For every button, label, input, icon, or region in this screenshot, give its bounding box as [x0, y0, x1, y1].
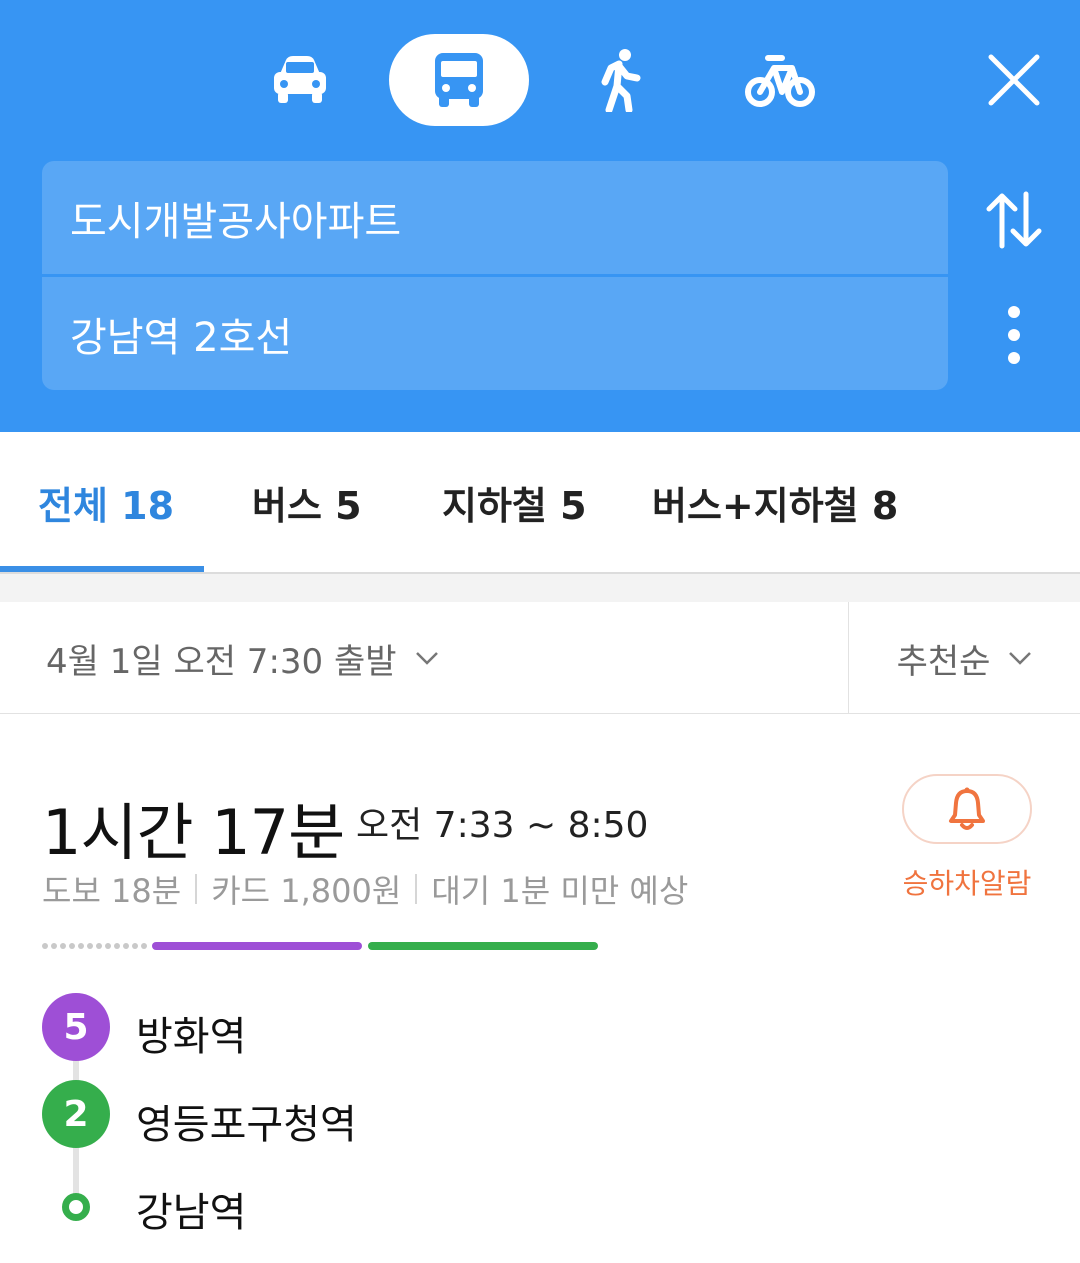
car-mode-button[interactable]	[250, 34, 350, 126]
transit-mode-button[interactable]	[389, 34, 529, 126]
car-icon	[274, 56, 326, 103]
line-5-badge: 5	[42, 993, 110, 1061]
meta-divider	[195, 874, 198, 904]
bus-icon	[435, 53, 483, 107]
route-type-tabs: 전체 18 버스 5 지하철 5 버스+지하철 8	[0, 432, 1080, 574]
swap-button[interactable]	[980, 185, 1048, 255]
stop-name[interactable]: 강남역	[136, 1180, 246, 1238]
alarm-button[interactable]	[902, 774, 1032, 844]
route-time-range: 오전 7:33 ~ 8:50	[356, 805, 649, 846]
section-divider	[0, 574, 1080, 602]
close-button[interactable]	[980, 46, 1048, 114]
alarm-label[interactable]: 승하차알람	[886, 862, 1048, 902]
route-meta: 도보 18분 카드 1,800원 대기 1분 미만 예상	[42, 866, 688, 912]
more-vertical-icon	[1008, 306, 1020, 318]
tab-bus[interactable]: 버스 5	[252, 432, 362, 572]
active-tab-indicator	[0, 566, 204, 572]
chevron-down-icon	[1009, 652, 1032, 665]
destination-dot-icon	[62, 1193, 90, 1221]
bike-mode-button[interactable]	[730, 34, 830, 126]
destination-field[interactable]: 강남역 2호선	[42, 277, 948, 390]
line2-segment	[368, 942, 598, 950]
walk-segment	[42, 943, 147, 949]
bike-icon	[745, 55, 815, 107]
sort-selector[interactable]: 추천순	[848, 602, 1080, 714]
wait-time: 대기 1분 미만 예상	[431, 872, 689, 910]
origin-text: 도시개발공사아파트	[70, 198, 402, 245]
origin-field[interactable]: 도시개발공사아파트	[42, 161, 948, 274]
departure-time-selector[interactable]: 4월 1일 오전 7:30 출발	[46, 602, 439, 714]
sort-text: 추천순	[896, 641, 991, 682]
line-2-badge: 2	[42, 1080, 110, 1148]
chevron-down-icon	[415, 652, 438, 665]
close-icon	[988, 54, 1040, 106]
destination-text: 강남역 2호선	[70, 314, 293, 361]
tab-subway[interactable]: 지하철 5	[442, 432, 587, 572]
stop-name[interactable]: 영등포구청역	[136, 1092, 357, 1150]
bell-icon	[949, 787, 985, 830]
tab-all[interactable]: 전체 18	[38, 432, 174, 572]
walk-icon	[601, 49, 641, 112]
swap-icon	[986, 191, 1042, 249]
walk-time: 도보 18분	[42, 872, 182, 910]
fare: 카드 1,800원	[211, 872, 402, 910]
route-duration[interactable]: 1시간 17분	[42, 782, 345, 872]
meta-divider	[415, 874, 418, 904]
line5-segment	[152, 942, 362, 950]
directions-header: 도시개발공사아파트 강남역 2호선	[0, 0, 1080, 432]
filter-row: 4월 1일 오전 7:30 출발 추천순	[0, 602, 1080, 714]
tab-bus-subway[interactable]: 버스+지하철 8	[652, 432, 898, 572]
more-options-button[interactable]	[990, 300, 1038, 370]
walk-mode-button[interactable]	[570, 34, 670, 126]
departure-time-text: 4월 1일 오전 7:30 출발	[46, 641, 397, 682]
stop-name[interactable]: 방화역	[136, 1004, 246, 1062]
